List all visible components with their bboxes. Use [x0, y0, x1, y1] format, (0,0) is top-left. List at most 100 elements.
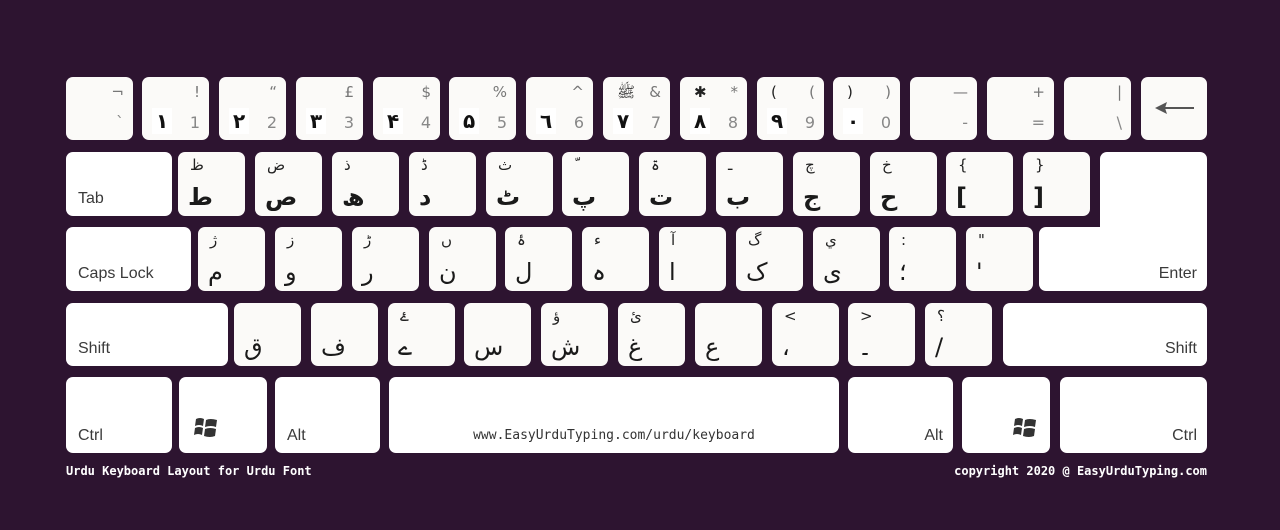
- key-row1-5[interactable]: % 5 ۵: [449, 77, 516, 140]
- left-alt-key[interactable]: Alt: [275, 377, 380, 453]
- shift-character: چ: [805, 156, 815, 174]
- urdu-digit: ۳: [306, 108, 327, 134]
- urdu-character: ج: [803, 183, 821, 211]
- shift-character: ـ: [728, 156, 733, 174]
- key-row4-3[interactable]: س: [464, 303, 531, 366]
- key-row1-3[interactable]: £3 ۳: [296, 77, 363, 140]
- key-row3-10[interactable]: " ': [966, 227, 1033, 291]
- tab-key[interactable]: Tab: [66, 152, 172, 216]
- key-row3-8[interactable]: يی: [813, 227, 880, 291]
- right-ctrl-key[interactable]: Ctrl: [1060, 377, 1207, 453]
- shift-character: ز: [287, 231, 295, 249]
- english-digit: 8: [727, 113, 738, 132]
- key-row2-2[interactable]: ذھ: [332, 152, 399, 216]
- key-row1-9[interactable]: (9 ۹ (: [757, 77, 824, 140]
- english-digit: 3: [343, 113, 354, 132]
- english-digit: 2: [266, 113, 277, 132]
- urdu-digit: ۲: [229, 108, 250, 134]
- shift-symbol: (: [809, 83, 815, 101]
- urdu-digit: ٦: [536, 108, 557, 134]
- key-row3-6[interactable]: آا: [659, 227, 726, 291]
- key-row2-1[interactable]: ضص: [255, 152, 322, 216]
- key-row4-5[interactable]: ئغ: [618, 303, 685, 366]
- urdu-character: س: [474, 333, 504, 361]
- key-row1-1[interactable]: ! 1 ۱: [142, 77, 209, 140]
- key-row4-9[interactable]: ؟ /: [925, 303, 992, 366]
- space-bar[interactable]: www.EasyUrduTyping.com/urdu/keyboard: [389, 377, 839, 453]
- key-row2-8[interactable]: چج: [793, 152, 860, 216]
- enter-key[interactable]: Enter: [1039, 227, 1207, 291]
- key-row2-0[interactable]: ظط: [178, 152, 245, 216]
- key-row1-8[interactable]: * 8 ۸ ✱: [680, 77, 747, 140]
- right-alt-key[interactable]: Alt: [848, 377, 953, 453]
- key-row2-10[interactable]: {[: [946, 152, 1013, 216]
- shift-character: ء: [594, 231, 602, 249]
- key-row1-11[interactable]: — -: [910, 77, 977, 140]
- key-row3-5[interactable]: ءہ: [582, 227, 649, 291]
- key-row3-1[interactable]: زو: [275, 227, 342, 291]
- key-row3-9[interactable]: : ؛: [889, 227, 956, 291]
- urdu-shift-symbol: ✱: [694, 83, 707, 101]
- shift-character: ژ: [210, 231, 218, 249]
- key-row1-10[interactable]: ) 0 ۰): [833, 77, 900, 140]
- key-row2-6[interactable]: ۃت: [639, 152, 706, 216]
- key-row1-2[interactable]: “ 2 ۲: [219, 77, 286, 140]
- shift-character: ظ: [190, 156, 204, 174]
- key-row1-13[interactable]: | \: [1064, 77, 1131, 140]
- ctrl-label: Ctrl: [1172, 427, 1197, 444]
- urdu-character: ،: [782, 333, 790, 361]
- footer-copyright: copyright 2020 @ EasyUrduTyping.com: [954, 464, 1207, 478]
- shift-character: ۃ: [651, 156, 660, 174]
- shift-character: گ: [748, 231, 762, 249]
- urdu-character: ن: [439, 258, 457, 286]
- key-row4-6[interactable]: ع: [695, 303, 762, 366]
- key-row4-8[interactable]: > ۔: [848, 303, 915, 366]
- base-symbol: `: [116, 113, 124, 132]
- urdu-character: م: [208, 258, 223, 286]
- key-row3-0[interactable]: ژم: [198, 227, 265, 291]
- key-row1-12[interactable]: + =: [987, 77, 1054, 140]
- left-shift-key[interactable]: Shift: [66, 303, 228, 366]
- urdu-digit: ۴: [383, 108, 404, 134]
- urdu-character: ع: [705, 333, 720, 361]
- key-row1-7[interactable]: & 7 ۷ ﷺ: [603, 77, 670, 140]
- shift-symbol: $: [421, 83, 431, 101]
- right-shift-key[interactable]: Shift: [1003, 303, 1207, 366]
- key-row4-2[interactable]: ۓے: [388, 303, 455, 366]
- key-row2-11[interactable]: }]: [1023, 152, 1090, 216]
- shift-symbol: —: [953, 83, 968, 101]
- urdu-character: ]: [1033, 183, 1044, 211]
- key-row4-1[interactable]: ف: [311, 303, 378, 366]
- base-symbol: -: [962, 113, 968, 132]
- left-windows-key[interactable]: [179, 377, 267, 453]
- key-row2-5[interactable]: ّپ: [562, 152, 629, 216]
- tab-label: Tab: [78, 190, 104, 207]
- key-row2-7[interactable]: ـب: [716, 152, 783, 216]
- right-windows-key[interactable]: [962, 377, 1050, 453]
- key-row2-4[interactable]: ثٹ: [486, 152, 553, 216]
- key-row3-2[interactable]: ڑر: [352, 227, 419, 291]
- shift-character: ں: [441, 231, 453, 249]
- key-row3-3[interactable]: ںن: [429, 227, 496, 291]
- key-row1-0[interactable]: ¬ `: [66, 77, 133, 140]
- key-row1-4[interactable]: $4 ۴: [373, 77, 440, 140]
- urdu-digit: ۸: [690, 108, 711, 134]
- urdu-character: ب: [726, 183, 751, 211]
- key-row1-6[interactable]: ^ 6 ٦: [526, 77, 593, 140]
- base-symbol: =: [1031, 113, 1045, 132]
- shift-character: ض: [267, 156, 286, 174]
- key-row4-4[interactable]: ؤش: [541, 303, 608, 366]
- enter-key-top[interactable]: [1100, 152, 1207, 232]
- key-row2-9[interactable]: خح: [870, 152, 937, 216]
- left-ctrl-key[interactable]: Ctrl: [66, 377, 172, 453]
- key-row4-0[interactable]: ق: [234, 303, 301, 366]
- key-row4-7[interactable]: < ،: [772, 303, 839, 366]
- key-row2-3[interactable]: ڈد: [409, 152, 476, 216]
- shift-symbol: “: [269, 83, 277, 101]
- caps-lock-key[interactable]: Caps Lock: [66, 227, 191, 291]
- key-row3-7[interactable]: گک: [736, 227, 803, 291]
- key-row3-4[interactable]: ۂل: [505, 227, 572, 291]
- backspace-key[interactable]: [1141, 77, 1207, 140]
- caps-lock-label: Caps Lock: [78, 265, 154, 282]
- space-bar-url: www.EasyUrduTyping.com/urdu/keyboard: [473, 428, 755, 443]
